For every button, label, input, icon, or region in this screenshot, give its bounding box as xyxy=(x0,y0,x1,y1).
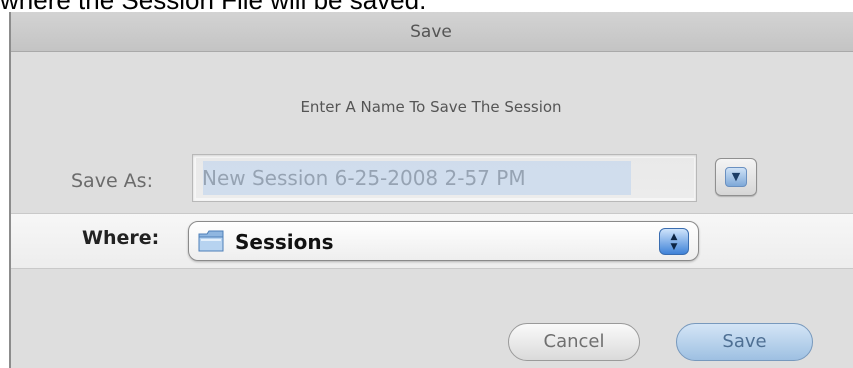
dialog-titlebar: Save xyxy=(9,12,853,52)
dialog-title: Save xyxy=(410,22,452,42)
save-as-field[interactable] xyxy=(192,154,697,202)
expand-dialog-button[interactable]: ▼ xyxy=(715,158,757,196)
where-popup-button[interactable]: Sessions ▲ ▼ xyxy=(188,221,699,261)
document-caption: where the Session File will be saved. xyxy=(0,0,853,12)
cancel-button[interactable]: Cancel xyxy=(508,323,640,361)
save-dialog: Save Enter A Name To Save The Session Sa… xyxy=(9,12,853,368)
sheet-edge xyxy=(9,12,11,368)
save-as-input[interactable] xyxy=(196,158,694,198)
where-value: Sessions xyxy=(235,230,334,254)
save-as-label: Save As: xyxy=(71,170,153,192)
disclosure-triangle-icon: ▼ xyxy=(725,167,747,187)
caption-text: where the Session File will be saved. xyxy=(0,0,426,12)
folder-icon xyxy=(198,230,224,252)
where-label: Where: xyxy=(82,227,160,249)
dialog-prompt: Enter A Name To Save The Session xyxy=(300,98,562,116)
up-down-arrows-icon: ▲ ▼ xyxy=(659,228,689,255)
save-button[interactable]: Save xyxy=(676,323,813,361)
